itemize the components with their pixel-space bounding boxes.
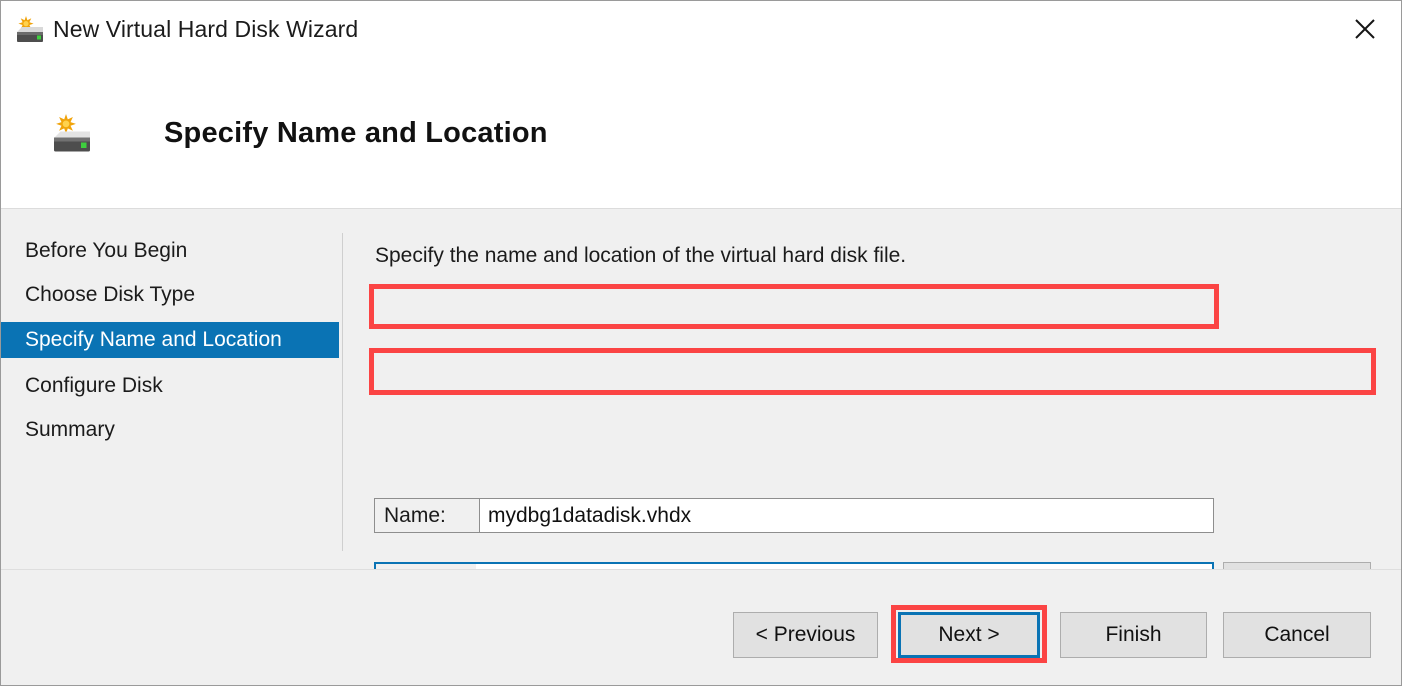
next-button[interactable]: Next > <box>898 612 1040 658</box>
title-bar: New Virtual Hard Disk Wizard <box>1 1 1401 65</box>
page-title: Specify Name and Location <box>164 117 548 150</box>
new-virtual-hard-disk-wizard-window: New Virtual Hard Disk Wizard Specify Nam… <box>0 0 1402 686</box>
name-field-label: Name: <box>375 499 480 532</box>
virtual-hard-disk-icon <box>49 111 95 159</box>
wizard-footer: < Previous Next > Finish Cancel <box>1 569 1401 685</box>
previous-button[interactable]: < Previous <box>733 612 878 658</box>
wizard-body: Before You Begin Choose Disk Type Specif… <box>1 210 1401 569</box>
sidebar-item-summary[interactable]: Summary <box>1 412 339 448</box>
sidebar-item-before-you-begin[interactable]: Before You Begin <box>1 233 339 269</box>
name-input-value: mydbg1datadisk.vhdx <box>488 504 691 528</box>
sidebar-item-choose-disk-type[interactable]: Choose Disk Type <box>1 277 339 313</box>
wizard-step-list: Before You Begin Choose Disk Type Specif… <box>1 210 342 569</box>
window-title: New Virtual Hard Disk Wizard <box>53 16 358 43</box>
cancel-button[interactable]: Cancel <box>1223 612 1371 658</box>
wizard-banner: Specify Name and Location <box>1 65 1401 209</box>
finish-button[interactable]: Finish <box>1060 612 1207 658</box>
virtual-hard-disk-icon <box>13 14 47 46</box>
name-input[interactable]: mydbg1datadisk.vhdx <box>480 499 1213 532</box>
sidebar-item-configure-disk[interactable]: Configure Disk <box>1 368 339 404</box>
close-icon[interactable] <box>1337 3 1393 55</box>
name-field-row: Name: mydbg1datadisk.vhdx <box>374 498 1214 533</box>
instruction-text: Specify the name and location of the vir… <box>375 244 906 268</box>
sidebar-item-specify-name-and-location[interactable]: Specify Name and Location <box>1 322 339 358</box>
